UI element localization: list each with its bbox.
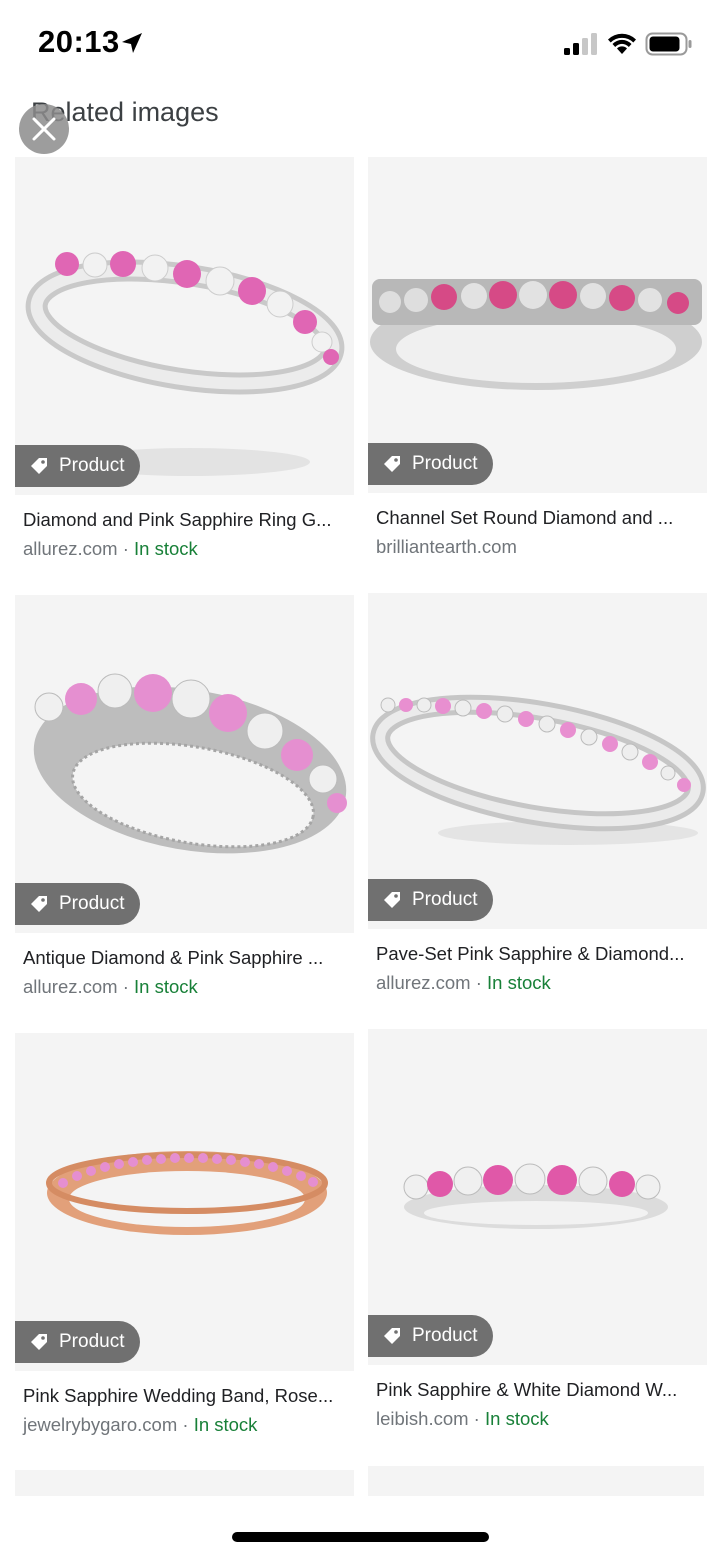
price-tag-icon <box>384 892 400 908</box>
result-title[interactable]: Pave-Set Pink Sapphire & Diamond... <box>376 943 702 965</box>
stock-status: In stock <box>193 1414 258 1435</box>
result-card[interactable]: Product Pink Sapphire & White Diamond W.… <box>368 1029 707 1439</box>
result-meta: leibish.com · In stock <box>376 1408 549 1430</box>
meta-separator: · <box>177 1414 194 1435</box>
product-badge: Product <box>368 443 494 485</box>
meta-separator: · <box>117 538 135 559</box>
badge-label: Product <box>412 1325 478 1346</box>
product-badge: Product <box>368 1315 494 1357</box>
result-title[interactable]: Antique Diamond & Pink Sapphire ... <box>23 947 349 969</box>
next-card-preview[interactable] <box>368 1466 704 1496</box>
result-card[interactable]: Product Pink Sapphire Wedding Band, Rose… <box>15 1033 354 1443</box>
badge-label: Product <box>59 893 125 914</box>
badge-label: Product <box>59 1331 125 1352</box>
battery-icon <box>645 32 692 56</box>
cellular-signal-icon <box>564 33 597 55</box>
result-card[interactable]: Product Pave-Set Pink Sapphire & Diamond… <box>368 593 707 1003</box>
result-source: leibish.com <box>376 1408 469 1429</box>
result-title[interactable]: Channel Set Round Diamond and ... <box>376 507 702 529</box>
next-card-preview[interactable] <box>15 1470 354 1496</box>
result-card[interactable]: Product Diamond and Pink Sapphire Ring G… <box>15 157 354 567</box>
stock-status: In stock <box>487 972 551 993</box>
product-badge: Product <box>15 883 141 925</box>
meta-separator: · <box>470 972 488 993</box>
close-button[interactable] <box>19 104 69 154</box>
result-meta: brilliantearth.com <box>376 536 517 558</box>
result-source: brilliantearth.com <box>376 536 517 557</box>
product-badge: Product <box>368 879 494 921</box>
badge-label: Product <box>412 889 478 910</box>
stock-status: In stock <box>485 1408 549 1429</box>
result-title[interactable]: Pink Sapphire & White Diamond W... <box>376 1379 702 1401</box>
price-tag-icon <box>31 1334 47 1350</box>
result-card[interactable]: Product Channel Set Round Diamond and ..… <box>368 157 707 567</box>
result-meta: jewelrybygaro.com · In stock <box>23 1414 257 1436</box>
price-tag-icon <box>384 1328 400 1344</box>
wifi-icon <box>608 33 636 54</box>
product-badge: Product <box>15 445 141 487</box>
result-card[interactable]: Product Antique Diamond & Pink Sapphire … <box>15 595 354 1005</box>
stock-status: In stock <box>134 538 198 559</box>
status-time: 20:13 <box>38 24 120 59</box>
badge-label: Product <box>59 455 125 476</box>
result-source: allurez.com <box>23 976 118 997</box>
result-source: allurez.com <box>23 538 118 559</box>
result-meta: allurez.com · In stock <box>23 538 198 560</box>
stock-status: In stock <box>134 976 198 997</box>
result-meta: allurez.com · In stock <box>376 972 551 994</box>
result-source: jewelrybygaro.com <box>23 1414 178 1435</box>
price-tag-icon <box>384 456 400 472</box>
result-source: allurez.com <box>376 972 471 993</box>
result-meta: allurez.com · In stock <box>23 976 198 998</box>
result-title[interactable]: Pink Sapphire Wedding Band, Rose... <box>23 1385 349 1407</box>
result-title[interactable]: Diamond and Pink Sapphire Ring G... <box>23 509 349 531</box>
price-tag-icon <box>31 896 47 912</box>
location-arrow-icon <box>122 33 142 53</box>
meta-separator: · <box>117 976 135 997</box>
badge-label: Product <box>412 453 478 474</box>
close-icon <box>32 117 56 141</box>
home-indicator[interactable] <box>232 1532 489 1542</box>
price-tag-icon <box>31 458 47 474</box>
meta-separator: · <box>468 1408 485 1429</box>
product-badge: Product <box>15 1321 141 1363</box>
status-bar: 20:13 <box>0 0 720 88</box>
